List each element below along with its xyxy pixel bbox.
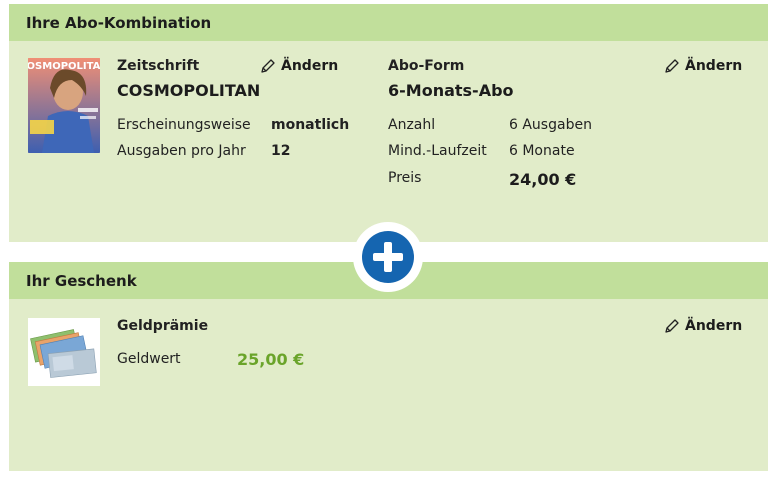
edit-subscription-form-label: Ändern bbox=[685, 58, 743, 74]
minimum-term-label: Mind.-Laufzeit bbox=[388, 143, 487, 159]
subscription-form-label: Abo-Form bbox=[388, 58, 465, 74]
gift-label: Geldprämie bbox=[117, 318, 209, 334]
quantity-label: Anzahl bbox=[388, 117, 436, 133]
issues-per-year-value: 12 bbox=[271, 143, 291, 159]
edit-magazine-label: Ändern bbox=[281, 58, 339, 74]
edit-subscription-form-button[interactable]: Ändern bbox=[664, 58, 742, 74]
gift-value-label: Geldwert bbox=[117, 351, 181, 367]
magazine-cover-image: COSMOPOLITAN bbox=[28, 58, 100, 153]
price-value: 24,00 € bbox=[509, 170, 577, 189]
issues-per-year-label: Ausgaben pro Jahr bbox=[117, 143, 246, 159]
edit-magazine-button[interactable]: Ändern bbox=[260, 58, 338, 74]
pencil-icon bbox=[261, 59, 275, 73]
gift-panel: Ihr Geschenk Geldprämie Ändern Geldwert … bbox=[9, 262, 768, 471]
subscription-panel-header: Ihre Abo-Kombination bbox=[9, 4, 768, 41]
quantity-value: 6 Ausgaben bbox=[509, 117, 592, 133]
magazine-name: COSMOPOLITAN bbox=[117, 81, 261, 100]
subscription-panel: Ihre Abo-Kombination COSMOPOLITAN Zeitsc… bbox=[9, 4, 768, 242]
pencil-icon bbox=[665, 319, 679, 333]
svg-text:COSMOPOLITAN: COSMOPOLITAN bbox=[28, 61, 100, 72]
minimum-term-value: 6 Monate bbox=[509, 143, 575, 159]
plus-connector bbox=[353, 222, 423, 292]
publication-frequency-value: monatlich bbox=[271, 117, 350, 133]
edit-gift-button[interactable]: Ändern bbox=[664, 318, 742, 334]
magazine-label: Zeitschrift bbox=[117, 58, 200, 74]
edit-gift-label: Ändern bbox=[685, 318, 743, 334]
publication-frequency-label: Erscheinungsweise bbox=[117, 117, 251, 133]
pencil-icon bbox=[665, 59, 679, 73]
gift-value: 25,00 € bbox=[237, 350, 305, 369]
money-gift-image bbox=[28, 318, 100, 386]
price-label: Preis bbox=[388, 170, 422, 186]
plus-icon bbox=[362, 231, 414, 283]
subscription-form-name: 6-Monats-Abo bbox=[388, 81, 514, 100]
